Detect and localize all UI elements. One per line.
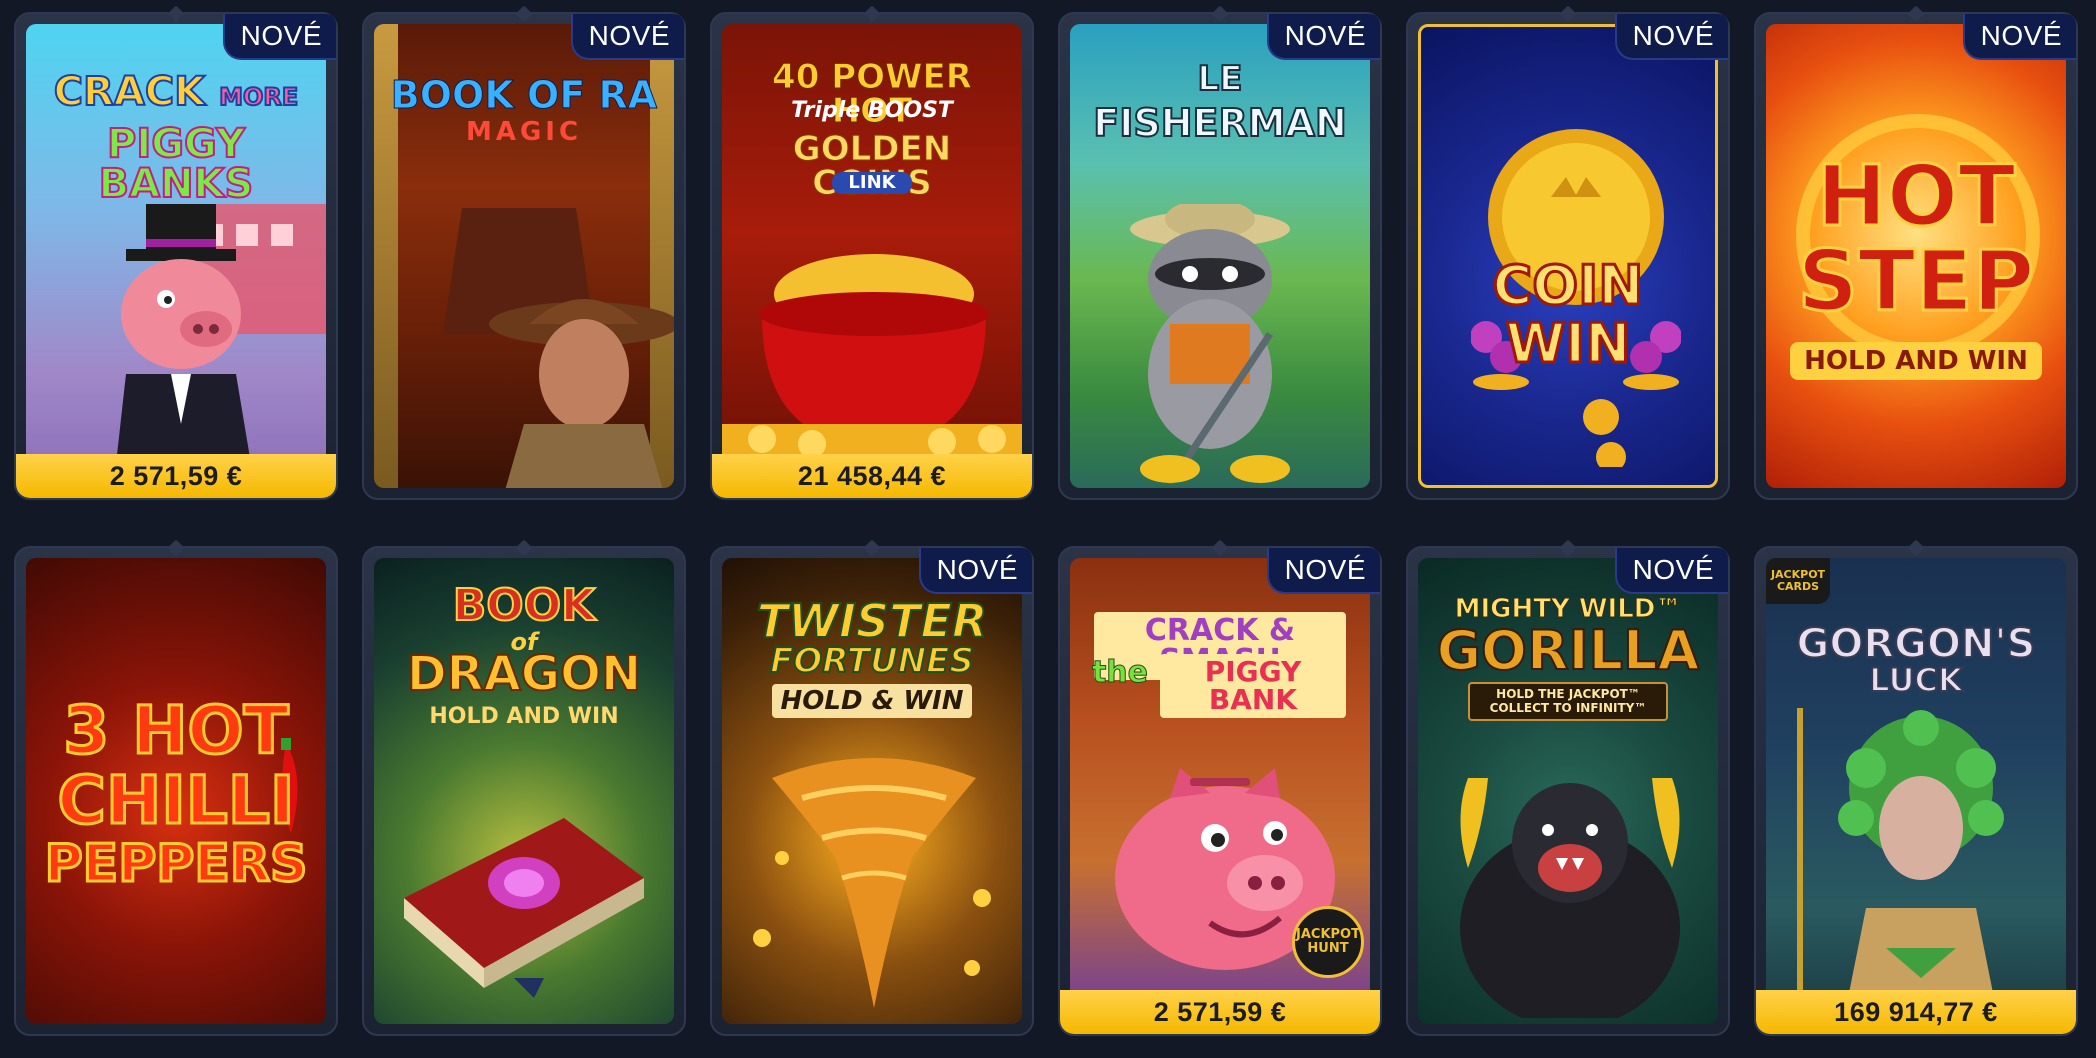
game-subtitle-2: HOLD & WIN (772, 684, 972, 718)
game-title: LE (1197, 59, 1244, 99)
game-subtitle-2: HOLD AND WIN (1790, 342, 2042, 380)
magic-book-icon (404, 818, 644, 998)
game-artwork: BOOK OF RA MAGIC (374, 24, 674, 488)
game-tile-mighty-wild-gorilla[interactable]: MIGHTY WILD™ GORILLA HOLD THE JACKPOT™ C… (1406, 546, 1730, 1036)
game-tile-crack-and-smash-piggy-bank[interactable]: CRACK & SMASH the PIGGY BANK JACKPOT HUN… (1058, 546, 1382, 1036)
new-badge: NOVÉ (222, 14, 336, 60)
new-badge: NOVÉ (570, 14, 684, 60)
game-subtitle: the (1091, 655, 1149, 690)
game-subtitle: LUCK (1868, 661, 1964, 699)
game-subtitle: STEP (1796, 232, 2036, 330)
jackpot-amount: 169 914,77 € (1756, 990, 2076, 1034)
game-artwork: CRACK & SMASH the PIGGY BANK JACKPOT HUN… (1070, 558, 1370, 1024)
game-subtitle-3: LINK (832, 172, 912, 194)
game-artwork: MIGHTY WILD™ GORILLA HOLD THE JACKPOT™ C… (1418, 558, 1718, 1024)
jackpot-amount: 21 458,44 € (712, 454, 1032, 498)
game-artwork: LE FISHERMAN (1070, 24, 1370, 488)
gorilla-icon (1460, 778, 1680, 1018)
game-title: CRACK MORE (53, 69, 300, 115)
game-title: COIN (1491, 254, 1645, 317)
game-tile-crack-more-piggy-banks[interactable]: CRACK MORE PIGGY BANKS NOVÉ 2 571,59 € (14, 12, 338, 500)
game-tile-twister-fortunes[interactable]: TWISTER FORTUNES HOLD & WIN NOVÉ (710, 546, 1034, 1036)
new-badge: NOVÉ (918, 548, 1032, 594)
game-tile-gorgons-luck[interactable]: JACKPOT CARDS GORGON'S LUCK 169 914,77 € (1754, 546, 2078, 1036)
game-title: GORGON'S (1795, 621, 2036, 667)
new-badge: NOVÉ (1614, 548, 1728, 594)
raccoon-mascot-icon (1130, 204, 1290, 484)
game-subtitle-2: PEPPERS (43, 834, 309, 894)
game-tile-book-of-ra-magic[interactable]: BOOK OF RA MAGIC NOVÉ (362, 12, 686, 500)
game-artwork: 3 HOT CHILLI PEPPERS (26, 558, 326, 1024)
jackpot-amount: 2 571,59 € (16, 454, 336, 498)
new-badge: NOVÉ (1614, 14, 1728, 60)
game-subtitle: GORILLA (1436, 619, 1701, 682)
game-subtitle-2: HOLD THE JACKPOT™ COLLECT TO INFINITY™ (1468, 682, 1668, 721)
game-title: HOT (1815, 147, 2017, 245)
explorer-icon (489, 299, 674, 488)
medusa-icon (1797, 708, 2004, 1008)
game-artwork: 40 POWER HOT Triple BOOST GOLDEN COINS L… (722, 24, 1022, 488)
game-tile-40-power-hot[interactable]: 40 POWER HOT Triple BOOST GOLDEN COINS L… (710, 12, 1034, 500)
tornado-icon (753, 758, 991, 1008)
game-artwork: CRACK MORE PIGGY BANKS (26, 24, 326, 488)
game-subtitle: FORTUNES (769, 641, 975, 681)
game-subtitle-2: DRAGON (406, 646, 642, 702)
new-badge: NOVÉ (1266, 14, 1380, 60)
game-title: BOOK (452, 580, 596, 631)
game-subtitle: PIGGY BANKS (98, 121, 255, 207)
game-tile-hot-step[interactable]: HOT STEP HOLD AND WIN NOVÉ (1754, 12, 2078, 500)
coin-pot-icon (722, 254, 1022, 484)
game-title: TWISTER (756, 594, 989, 648)
new-badge: NOVÉ (1266, 548, 1380, 594)
game-subtitle: WIN (1504, 312, 1632, 375)
game-title: BOOK OF RA (390, 73, 658, 117)
game-subtitle: Triple BOOST (791, 98, 953, 123)
jackpot-hunt-logo: JACKPOT HUNT (1292, 906, 1364, 978)
game-subtitle: CHILLI (56, 762, 296, 839)
game-artwork: JACKPOT CARDS GORGON'S LUCK (1766, 558, 2066, 1024)
game-tile-book-of-dragon[interactable]: BOOK of DRAGON HOLD AND WIN (362, 546, 686, 1036)
game-subtitle: FISHERMAN (1092, 101, 1348, 145)
game-subtitle-3: HOLD AND WIN (429, 704, 619, 729)
new-badge: NOVÉ (1962, 14, 2076, 60)
game-tile-coin-win[interactable]: COIN WIN NOVÉ (1406, 12, 1730, 500)
game-tile-3-hot-chilli-peppers[interactable]: 3 HOT CHILLI PEPPERS (14, 546, 338, 1036)
game-artwork: TWISTER FORTUNES HOLD & WIN (722, 558, 1022, 1024)
game-subtitle: MAGIC (465, 117, 583, 147)
game-grid: CRACK MORE PIGGY BANKS NOVÉ 2 571,59 € B… (14, 12, 2078, 1036)
game-artwork: COIN WIN (1418, 24, 1718, 488)
game-tile-le-fisherman[interactable]: LE FISHERMAN NOVÉ (1058, 12, 1382, 500)
game-artwork: BOOK of DRAGON HOLD AND WIN (374, 558, 674, 1024)
pig-mascot-icon (116, 204, 251, 464)
game-subtitle-2: PIGGY BANK (1160, 654, 1346, 718)
game-artwork: HOT STEP HOLD AND WIN (1766, 24, 2066, 488)
jackpot-amount: 2 571,59 € (1060, 990, 1380, 1034)
jackpot-cards-logo: JACKPOT CARDS (1766, 558, 1830, 604)
game-title: 3 HOT (62, 692, 290, 769)
